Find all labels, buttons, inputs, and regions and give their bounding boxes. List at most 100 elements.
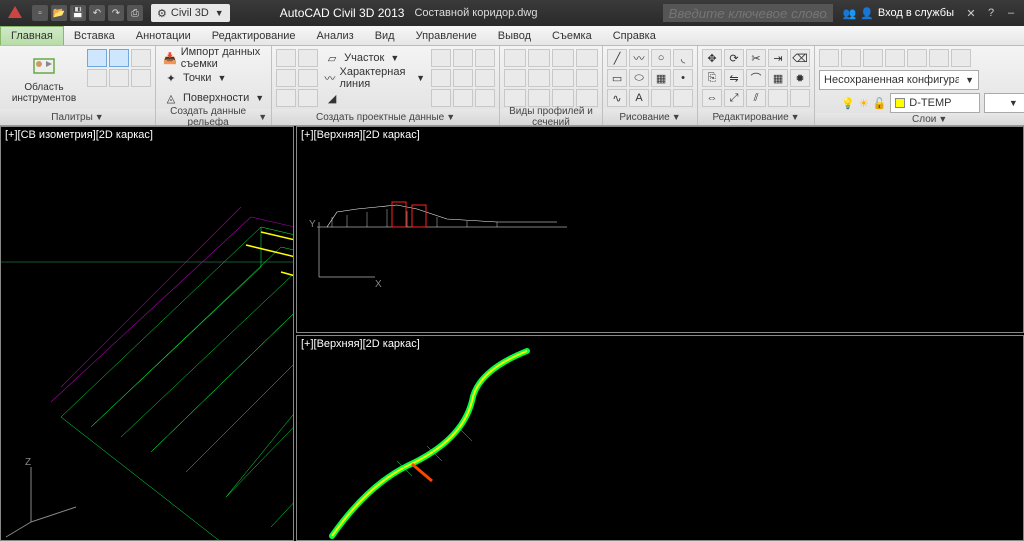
layer-btn-4[interactable] <box>885 49 905 67</box>
points-button[interactable]: ✦Точки▼ <box>160 69 267 87</box>
app-icon[interactable] <box>4 2 26 24</box>
mod-more1[interactable] <box>768 89 788 107</box>
pv-3[interactable] <box>552 49 574 67</box>
palette-btn-1[interactable] <box>87 49 107 67</box>
draw-rect[interactable]: ▭ <box>607 69 627 87</box>
mod-mirror[interactable]: ⇋ <box>724 69 744 87</box>
design-btn-d[interactable] <box>431 69 451 87</box>
viewport-label[interactable]: [+][Верхняя][2D каркас] <box>301 129 420 141</box>
design-btn-b[interactable] <box>453 49 473 67</box>
surfaces-button[interactable]: ◬Поверхности▼ <box>160 89 267 107</box>
layer-btn-2[interactable] <box>841 49 861 67</box>
minimize-icon[interactable]: – <box>1004 6 1018 20</box>
pv-5[interactable] <box>504 69 526 87</box>
pv-2[interactable] <box>528 49 550 67</box>
featureline-button[interactable]: 〰Характерная линия▼ <box>321 69 428 87</box>
viewport-top-left[interactable]: [+][Верхняя][2D каркас] Y X <box>296 126 1024 333</box>
palette-btn-4[interactable] <box>87 69 107 87</box>
panel-title[interactable]: Редактирование▼ <box>698 109 814 125</box>
draw-ellipse[interactable]: ⬭ <box>629 69 649 87</box>
design-btn-i[interactable] <box>475 89 495 107</box>
qat-save-icon[interactable]: 💾 <box>70 5 86 21</box>
mod-fillet[interactable]: ⌒ <box>746 69 766 87</box>
layer-combo[interactable]: D-TEMP <box>890 93 980 113</box>
viewport-label[interactable]: [+][СВ изометрия][2D каркас] <box>5 129 153 141</box>
pv-8[interactable] <box>576 69 598 87</box>
design-btn-4[interactable] <box>298 69 318 87</box>
qat-open-icon[interactable]: 📂 <box>51 5 67 21</box>
grading-button[interactable]: ◢ <box>321 89 428 107</box>
panel-title[interactable]: Рисование▼ <box>603 109 697 125</box>
mod-trim[interactable]: ✂ <box>746 49 766 67</box>
design-btn-g[interactable] <box>431 89 451 107</box>
search-input[interactable] <box>663 4 833 22</box>
mod-explode[interactable]: ✹ <box>790 69 810 87</box>
qat-undo-icon[interactable]: ↶ <box>89 5 105 21</box>
pv-1[interactable] <box>504 49 526 67</box>
mod-extend[interactable]: ⇥ <box>768 49 788 67</box>
layer-btn-7[interactable] <box>951 49 971 67</box>
draw-text[interactable]: A <box>629 89 649 107</box>
draw-more1[interactable] <box>651 89 671 107</box>
help-icon[interactable]: ? <box>984 6 998 20</box>
mod-more2[interactable] <box>790 89 810 107</box>
design-btn-e[interactable] <box>453 69 473 87</box>
mod-stretch[interactable]: ⇔ <box>702 89 722 107</box>
tab-modify[interactable]: Редактирование <box>202 26 307 45</box>
tab-analyze[interactable]: Анализ <box>307 26 365 45</box>
tab-output[interactable]: Вывод <box>488 26 542 45</box>
import-survey-button[interactable]: 📥Импорт данных съемки <box>160 49 267 67</box>
panel-title[interactable]: Слои▼ <box>815 113 1024 125</box>
mod-copy[interactable]: ⎘ <box>702 69 722 87</box>
pv-12[interactable] <box>576 89 598 107</box>
mod-scale[interactable]: ⤢ <box>724 89 744 107</box>
workspace-selector[interactable]: ⚙ Civil 3D ▼ <box>151 4 230 22</box>
mod-offset[interactable]: ⫽ <box>746 89 766 107</box>
tab-view[interactable]: Вид <box>365 26 406 45</box>
palette-btn-5[interactable] <box>109 69 129 87</box>
viewport-right[interactable]: [+][СВ изометрия][2D каркас] <box>0 126 294 541</box>
panel-title[interactable]: Виды профилей и сечений <box>500 109 602 125</box>
layer-props-icon[interactable] <box>819 94 837 112</box>
panel-title[interactable]: Палитры▼ <box>0 109 155 125</box>
pv-10[interactable] <box>528 89 550 107</box>
draw-hatch[interactable]: ▦ <box>651 69 671 87</box>
pv-4[interactable] <box>576 49 598 67</box>
tab-home[interactable]: Главная <box>0 26 64 45</box>
pv-9[interactable] <box>504 89 526 107</box>
design-btn-1[interactable] <box>276 49 296 67</box>
tab-manage[interactable]: Управление <box>406 26 488 45</box>
tab-annotate[interactable]: Аннотации <box>126 26 202 45</box>
tab-insert[interactable]: Вставка <box>64 26 126 45</box>
viewport-label[interactable]: [+][Верхняя][2D каркас] <box>301 338 420 350</box>
qat-redo-icon[interactable]: ↷ <box>108 5 124 21</box>
palette-btn-3[interactable] <box>131 49 151 67</box>
qat-new-icon[interactable]: ▫ <box>32 5 48 21</box>
draw-more2[interactable] <box>673 89 693 107</box>
draw-spline[interactable]: ∿ <box>607 89 627 107</box>
draw-pline[interactable]: 〰 <box>629 49 649 67</box>
design-btn-5[interactable] <box>276 89 296 107</box>
draw-circle[interactable]: ○ <box>651 49 671 67</box>
exchange-icon[interactable]: ✕ <box>964 6 978 20</box>
design-btn-2[interactable] <box>298 49 318 67</box>
panel-title[interactable]: Создать данные рельефа▼ <box>156 109 271 125</box>
layer-extra-combo[interactable]: ▼ <box>984 93 1024 113</box>
mod-rotate[interactable]: ⟳ <box>724 49 744 67</box>
design-btn-a[interactable] <box>431 49 451 67</box>
parcel-button[interactable]: ▱Участок▼ <box>321 49 428 67</box>
viewport-bottom-left[interactable]: [+][Верхняя][2D каркас] <box>296 335 1024 541</box>
layer-btn-6[interactable] <box>929 49 949 67</box>
draw-point[interactable]: • <box>673 69 693 87</box>
design-btn-6[interactable] <box>298 89 318 107</box>
layer-state-combo[interactable]: Несохраненная конфигурация сло▼ <box>819 70 979 90</box>
palette-btn-6[interactable] <box>131 69 151 87</box>
pv-7[interactable] <box>552 69 574 87</box>
pv-11[interactable] <box>552 89 574 107</box>
sign-in-button[interactable]: 👥 👤 Вход в службы <box>843 7 954 20</box>
layer-btn-5[interactable] <box>907 49 927 67</box>
design-btn-h[interactable] <box>453 89 473 107</box>
mod-array[interactable]: ▦ <box>768 69 788 87</box>
tab-survey[interactable]: Съемка <box>542 26 603 45</box>
mod-erase[interactable]: ⌫ <box>790 49 810 67</box>
